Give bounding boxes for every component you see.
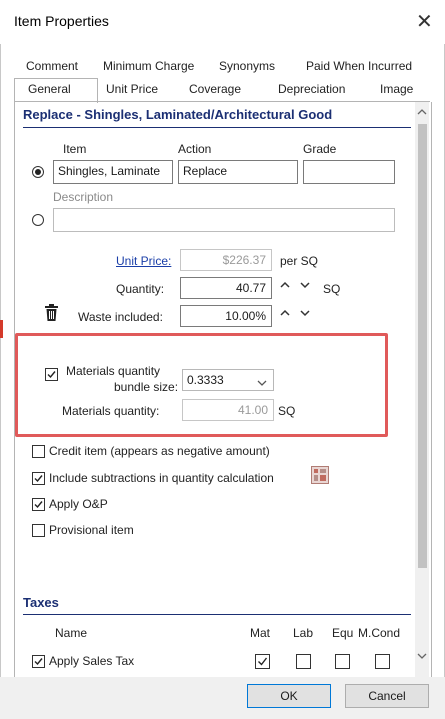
unit-price-field: $226.37: [180, 249, 272, 271]
materials-bundle-label-1: Materials quantity: [66, 364, 161, 378]
unit-price-link[interactable]: Unit Price:: [116, 254, 171, 268]
radio-description[interactable]: [32, 214, 44, 226]
description-label: Description: [53, 190, 114, 204]
taxes-rule: [23, 614, 411, 615]
waste-input[interactable]: 10.00%: [180, 305, 272, 327]
tax-mat-checkbox[interactable]: [255, 654, 270, 669]
quantity-down-icon[interactable]: [300, 281, 310, 292]
tab-paid-when-incurred[interactable]: Paid When Incurred: [306, 59, 412, 73]
tab-coverage[interactable]: Coverage: [189, 82, 241, 96]
credit-item-checkbox[interactable]: [32, 445, 45, 458]
scroll-down-icon[interactable]: [417, 652, 427, 663]
apply-op-checkbox[interactable]: [32, 498, 45, 511]
trash-icon[interactable]: [45, 304, 58, 324]
tab-general[interactable]: General: [28, 82, 71, 96]
tab-comment[interactable]: Comment: [26, 59, 78, 73]
dialog-border-left: [0, 44, 1, 719]
tab-depreciation[interactable]: Depreciation: [278, 82, 345, 96]
tab-synonyms[interactable]: Synonyms: [219, 59, 275, 73]
cancel-button[interactable]: Cancel: [345, 684, 429, 708]
apply-sales-tax-label: Apply Sales Tax: [49, 654, 135, 668]
unit-price-unit: per SQ: [280, 254, 319, 268]
grade-label: Grade: [303, 142, 337, 156]
description-input[interactable]: [53, 208, 395, 232]
waste-down-icon[interactable]: [300, 309, 310, 320]
tax-lab-checkbox[interactable]: [296, 654, 311, 669]
tax-mcond-checkbox[interactable]: [375, 654, 390, 669]
item-label: Item: [63, 142, 87, 156]
header-rule: [23, 127, 411, 128]
tab-unit-price[interactable]: Unit Price: [106, 82, 158, 96]
apply-sales-tax-checkbox[interactable]: [32, 655, 45, 668]
tax-equ-checkbox[interactable]: [335, 654, 350, 669]
radio-item[interactable]: [32, 166, 44, 178]
close-icon[interactable]: ✕: [416, 9, 433, 34]
quantity-label: Quantity:: [116, 282, 165, 296]
taxes-col-lab: Lab: [293, 626, 314, 640]
scroll-up-icon[interactable]: [417, 107, 427, 118]
tab-image[interactable]: Image: [380, 82, 413, 96]
taxes-col-mat: Mat: [250, 626, 271, 640]
annotation-mark: [0, 320, 3, 338]
quantity-input[interactable]: 40.77: [180, 277, 272, 299]
ok-button[interactable]: OK: [247, 684, 331, 708]
taxes-col-name: Name: [55, 626, 88, 640]
provisional-item-label: Provisional item: [49, 523, 134, 537]
window-title: Item Properties: [14, 13, 109, 29]
grade-input[interactable]: [303, 160, 395, 184]
include-subtractions-label: Include subtractions in quantity calcula…: [49, 471, 274, 485]
item-input[interactable]: Shingles, Laminate: [53, 160, 173, 184]
bundle-size-value: 0.3333: [187, 373, 224, 387]
quantity-up-icon[interactable]: [280, 281, 290, 292]
taxes-col-mcond: M.Cond: [358, 626, 401, 640]
action-input[interactable]: Replace: [178, 160, 298, 184]
scrollbar-thumb[interactable]: [418, 124, 427, 568]
credit-item-label: Credit item (appears as negative amount): [49, 444, 270, 458]
taxes-title: Taxes: [23, 595, 59, 610]
materials-quantity-unit: SQ: [278, 404, 296, 418]
provisional-item-checkbox[interactable]: [32, 524, 45, 537]
materials-quantity-label: Materials quantity:: [62, 404, 160, 418]
taxes-col-equ: Equ: [332, 626, 354, 640]
waste-up-icon[interactable]: [280, 309, 290, 320]
materials-bundle-label-2: bundle size:: [114, 380, 179, 394]
materials-quantity-field: 41.00: [182, 399, 274, 421]
chevron-down-icon[interactable]: [257, 376, 267, 390]
quantity-unit: SQ: [323, 282, 341, 296]
include-subtractions-checkbox[interactable]: [32, 472, 45, 485]
action-label: Action: [178, 142, 212, 156]
item-header-title: Replace - Shingles, Laminated/Architectu…: [23, 107, 333, 122]
apply-op-label: Apply O&P: [49, 497, 108, 511]
waste-label: Waste included:: [78, 310, 163, 324]
calculator-icon[interactable]: [311, 466, 329, 487]
materials-bundle-checkbox[interactable]: [45, 368, 58, 381]
tab-minimum-charge[interactable]: Minimum Charge: [103, 59, 194, 73]
radio-selected-dot: [35, 169, 41, 175]
